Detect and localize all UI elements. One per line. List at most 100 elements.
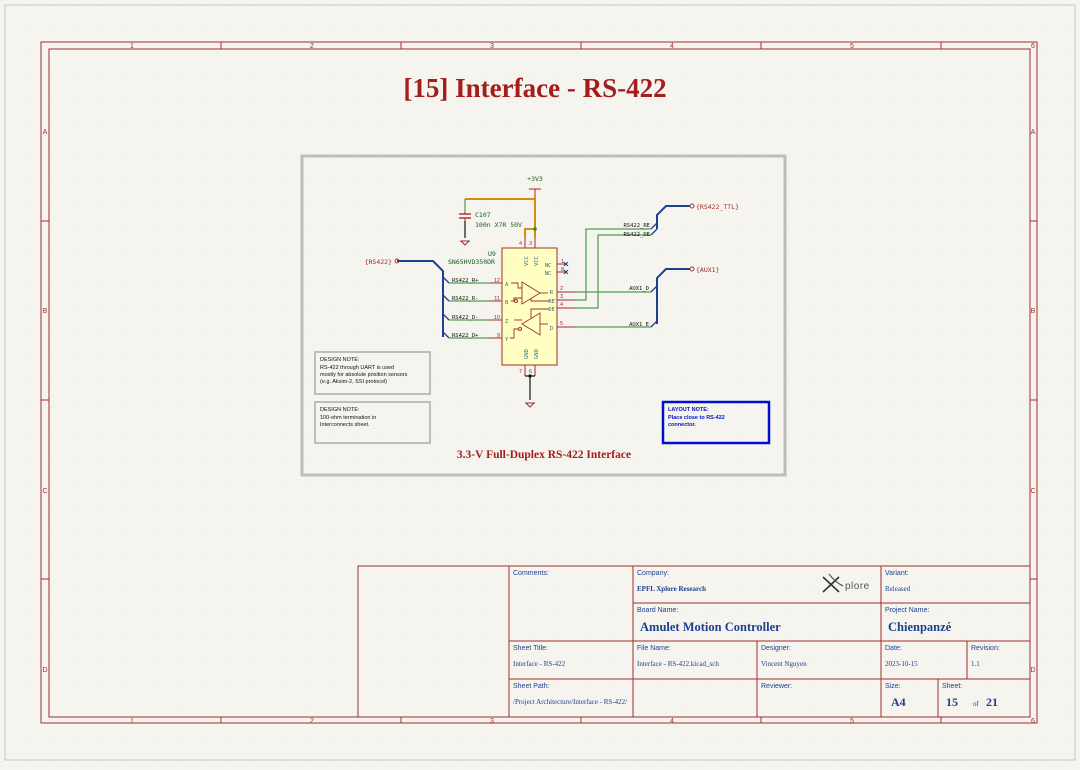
comments-label: Comments: bbox=[513, 570, 549, 577]
page-title: [15] Interface - RS-422 bbox=[403, 73, 666, 103]
pin-name: RE bbox=[548, 299, 555, 305]
ic-ref: U9 bbox=[488, 250, 496, 258]
row-label: D bbox=[1030, 667, 1035, 674]
power-symbol-3v3: +3V3 bbox=[527, 175, 543, 183]
file-name-label: File Name: bbox=[637, 645, 671, 652]
sheet-number: 15 bbox=[946, 695, 958, 709]
row-label: D bbox=[42, 667, 47, 674]
pin-num: 3 bbox=[529, 241, 532, 247]
pin-name: GND bbox=[524, 349, 530, 359]
project-name-label: Project Name: bbox=[885, 607, 929, 614]
net-label: RS422_R+ bbox=[452, 278, 479, 284]
revision-label: Revision: bbox=[971, 645, 1000, 652]
col-label: 3 bbox=[490, 718, 494, 725]
pin-num: 4 bbox=[560, 302, 563, 308]
row-label: C bbox=[1030, 488, 1035, 495]
size-label: Size: bbox=[885, 683, 901, 690]
row-label: B bbox=[1031, 308, 1036, 315]
pin-name: NC bbox=[545, 263, 552, 269]
col-label: 2 bbox=[310, 43, 314, 50]
pin-name: VCC bbox=[534, 256, 540, 266]
sheet-label: Sheet: bbox=[942, 683, 962, 690]
revision-value: 1.1 bbox=[971, 660, 980, 668]
logo-text: plore bbox=[845, 581, 870, 592]
col-label: 4 bbox=[670, 718, 674, 725]
bus-label-rs422: {RS422} bbox=[365, 258, 392, 266]
note-title: DESIGN NOTE: bbox=[320, 407, 360, 413]
row-label: C bbox=[42, 488, 47, 495]
net-label: RS422_D- bbox=[452, 315, 479, 321]
note-line: Place close to RS-422 bbox=[668, 415, 725, 421]
pin-num: 9 bbox=[497, 333, 500, 339]
col-label: 2 bbox=[310, 718, 314, 725]
note-title: LAYOUT NOTE: bbox=[668, 407, 709, 413]
pin-num: 4 bbox=[519, 241, 522, 247]
net-label: RS422_RE bbox=[624, 223, 651, 229]
board-name-value: Amulet Motion Controller bbox=[640, 620, 781, 634]
sheet-total: 21 bbox=[986, 695, 998, 709]
schematic-sheet: 1 2 3 4 5 6 1 2 3 4 5 6 A B C D A B C D … bbox=[0, 0, 1080, 765]
variant-value: Released bbox=[885, 585, 911, 593]
pin-num: 8 bbox=[561, 267, 564, 273]
designer-value: Vincent Nguyen bbox=[761, 660, 807, 668]
note-line: connector. bbox=[668, 422, 696, 428]
company-value: EPFL Xplore Research bbox=[637, 585, 706, 593]
project-name-value: Chienpanzé bbox=[888, 620, 952, 634]
pin-name: DE bbox=[548, 307, 555, 313]
col-label: 6 bbox=[1031, 43, 1035, 50]
variant-label: Variant: bbox=[885, 570, 909, 577]
net-label: AUX1_D bbox=[629, 286, 649, 292]
pin-num: 1 bbox=[561, 259, 564, 265]
pin-num: 7 bbox=[519, 369, 522, 375]
col-label: 5 bbox=[850, 718, 854, 725]
col-label: 5 bbox=[850, 43, 854, 50]
cap-ref: C107 bbox=[475, 211, 491, 219]
pin-num: 11 bbox=[494, 296, 500, 302]
note-title: DESIGN NOTE: bbox=[320, 357, 360, 363]
pin-num: 2 bbox=[560, 286, 563, 292]
col-label: 4 bbox=[670, 43, 674, 50]
group-box-title: 3.3-V Full-Duplex RS-422 Interface bbox=[457, 449, 631, 461]
sheet-path-value: /Project Architecture/Interface - RS-422… bbox=[513, 698, 627, 706]
net-label: RS422_R- bbox=[452, 296, 479, 302]
ic-part: SN65HVD350DR bbox=[448, 258, 495, 266]
company-label: Company: bbox=[637, 570, 669, 577]
note-line: (e.g. Aksim-2, SSI protocol) bbox=[320, 379, 387, 385]
cap-value: 100n X7R 50V bbox=[475, 221, 522, 229]
note-line: Interconnects sheet. bbox=[320, 422, 370, 428]
bus-label-aux1: {AUX1} bbox=[696, 266, 720, 274]
bus-label-rs422-ttl: {RS422_TTL} bbox=[696, 203, 739, 211]
size-value: A4 bbox=[891, 695, 906, 709]
sheet-path-label: Sheet Path: bbox=[513, 683, 550, 690]
date-label: Date: bbox=[885, 645, 902, 652]
date-value: 2023-10-15 bbox=[885, 660, 918, 668]
note-line: 100-ohm termination in bbox=[320, 415, 376, 421]
pin-name: GND bbox=[534, 349, 540, 359]
sheet-title-value: Interface - RS-422 bbox=[513, 660, 566, 668]
pin-name: NC bbox=[545, 271, 552, 277]
reviewer-label: Reviewer: bbox=[761, 683, 792, 690]
file-name-value: Interface - RS-422.kicad_sch bbox=[637, 660, 719, 668]
note-line: mostly for absolute position sensors bbox=[320, 372, 408, 378]
row-label: A bbox=[1031, 129, 1036, 136]
net-label: RS422_D+ bbox=[452, 333, 479, 339]
pin-num: 10 bbox=[494, 315, 500, 321]
board-name-label: Board Name: bbox=[637, 607, 678, 614]
pin-num: 12 bbox=[494, 278, 500, 284]
pin-num: 5 bbox=[560, 321, 563, 327]
col-label: 1 bbox=[130, 718, 134, 725]
sheet-of: of bbox=[973, 700, 980, 708]
net-label: AUX1_E bbox=[629, 322, 649, 328]
col-label: 1 bbox=[130, 43, 134, 50]
pin-name: D bbox=[550, 326, 553, 332]
net-label: RS422_DE bbox=[624, 232, 651, 238]
note-line: RS-422 through UART is used bbox=[320, 365, 394, 371]
pin-num: 3 bbox=[560, 294, 563, 300]
col-label: 3 bbox=[490, 43, 494, 50]
col-label: 6 bbox=[1031, 718, 1035, 725]
sheet-title-label: Sheet Title: bbox=[513, 645, 548, 652]
row-label: A bbox=[43, 129, 48, 136]
pin-num: 6 bbox=[529, 369, 532, 375]
pin-name: VCC bbox=[524, 256, 530, 266]
designer-label: Designer: bbox=[761, 645, 791, 652]
